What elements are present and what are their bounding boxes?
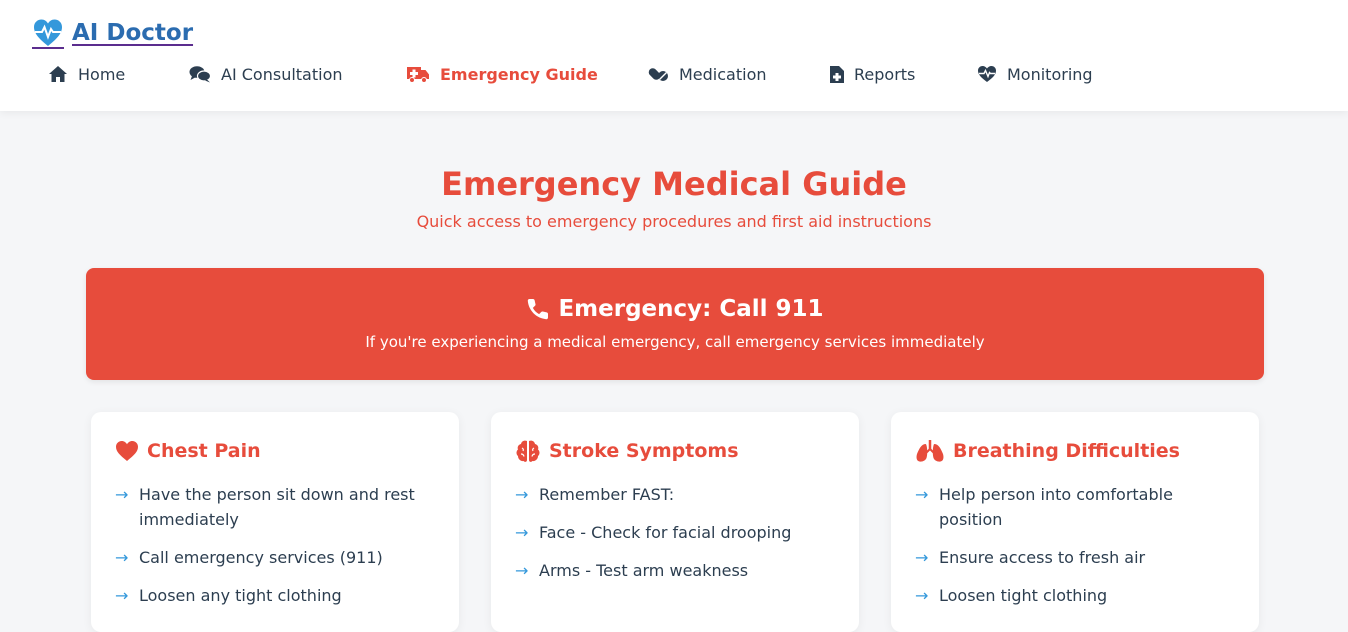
card-header: Chest Pain <box>115 438 261 464</box>
nav-item-ai-consultation[interactable]: AI Consultation <box>189 60 343 88</box>
banner-title: Emergency: Call 911 <box>558 296 824 322</box>
arrow-icon: → <box>515 561 529 580</box>
arrow-icon: → <box>115 485 129 504</box>
arrow-icon: → <box>915 586 929 605</box>
file-medical-icon <box>830 66 844 83</box>
banner-text: If you're experiencing a medical emergen… <box>365 333 985 351</box>
nav-item-label: Medication <box>679 64 767 84</box>
page-subtitle: Quick access to emergency procedures and… <box>416 212 932 231</box>
list-item: → Arms - Test arm weakness <box>515 558 835 583</box>
page-title: Emergency Medical Guide <box>441 165 907 203</box>
brand-link[interactable]: AI Doctor <box>32 16 193 50</box>
step-text: Loosen tight clothing <box>939 586 1108 605</box>
nav-item-label: Emergency Guide <box>440 64 598 84</box>
step-text: Call emergency services (911) <box>139 548 383 567</box>
arrow-icon: → <box>515 485 529 504</box>
phone-icon <box>528 299 549 320</box>
step-text: Remember FAST: <box>539 485 675 504</box>
list-item: → Ensure access to fresh air <box>915 545 1235 570</box>
step-text: Have the person sit down and rest immedi… <box>139 485 415 529</box>
heartbeat-icon <box>978 66 996 82</box>
arrow-icon: → <box>515 523 529 542</box>
step-text: Ensure access to fresh air <box>939 548 1146 567</box>
nav-item-medication[interactable]: Medication <box>647 60 767 88</box>
list-item: → Call emergency services (911) <box>115 545 435 570</box>
list-item: → Help person into comfortable position <box>915 482 1235 532</box>
arrow-icon: → <box>915 485 929 504</box>
brain-icon <box>516 440 540 462</box>
brand-title: AI Doctor <box>72 20 194 46</box>
nav-item-home[interactable]: Home <box>48 60 125 88</box>
nav-item-label: Monitoring <box>1007 64 1093 84</box>
card-title: Chest Pain <box>147 440 261 462</box>
chat-icon <box>189 66 211 83</box>
heart-icon <box>116 441 138 461</box>
step-text: Help person into comfortable position <box>939 485 1173 529</box>
emergency-banner: Emergency: Call 911 If you're experienci… <box>86 268 1264 380</box>
card-header: Stroke Symptoms <box>515 438 739 464</box>
arrow-icon: → <box>115 548 129 567</box>
card-title: Breathing Difficulties <box>953 440 1180 462</box>
card-chest-pain: Chest Pain → Have the person sit down and… <box>91 412 459 632</box>
arrow-icon: → <box>115 586 129 605</box>
lungs-icon <box>916 440 944 462</box>
nav-item-monitoring[interactable]: Monitoring <box>977 60 1093 88</box>
nav-item-label: Home <box>78 64 126 84</box>
step-text: Loosen any tight clothing <box>139 586 342 605</box>
card-breathing-difficulties: Breathing Difficulties → Help person into… <box>891 412 1259 632</box>
nav-item-reports[interactable]: Reports <box>830 60 915 88</box>
step-text: Face - Check for facial drooping <box>539 523 792 542</box>
main-nav: Home AI Consultation Emergency Guide Med… <box>0 60 1200 88</box>
step-text: Arms - Test arm weakness <box>539 561 749 580</box>
top-header: AI Doctor Home AI Consultation Emergency… <box>0 0 1348 111</box>
nav-item-emergency-guide[interactable]: Emergency Guide <box>406 60 598 88</box>
heartbeat-logo-icon <box>32 19 64 49</box>
list-item: → Loosen tight clothing <box>915 583 1235 608</box>
nav-item-label: Reports <box>854 64 916 84</box>
card-stroke-symptoms: Stroke Symptoms → Remember FAST: → Face - … <box>491 412 859 632</box>
card-title: Stroke Symptoms <box>549 440 739 462</box>
banner-heading: Emergency: Call 911 <box>86 296 1264 322</box>
list-item: → Loosen any tight clothing <box>115 583 435 608</box>
step-list: → Have the person sit down and rest immed… <box>115 482 435 621</box>
step-list: → Help person into comfortable position →… <box>915 482 1235 621</box>
step-list: → Remember FAST: → Face - Check for facial… <box>515 482 835 596</box>
pills-icon <box>648 68 668 81</box>
list-item: → Have the person sit down and rest immed… <box>115 482 435 532</box>
list-item: → Remember FAST: <box>515 482 835 507</box>
ambulance-icon <box>407 67 429 83</box>
card-header: Breathing Difficulties <box>915 438 1180 464</box>
nav-item-label: AI Consultation <box>221 64 343 84</box>
home-icon <box>49 66 67 82</box>
list-item: → Face - Check for facial drooping <box>515 520 835 545</box>
arrow-icon: → <box>915 548 929 567</box>
